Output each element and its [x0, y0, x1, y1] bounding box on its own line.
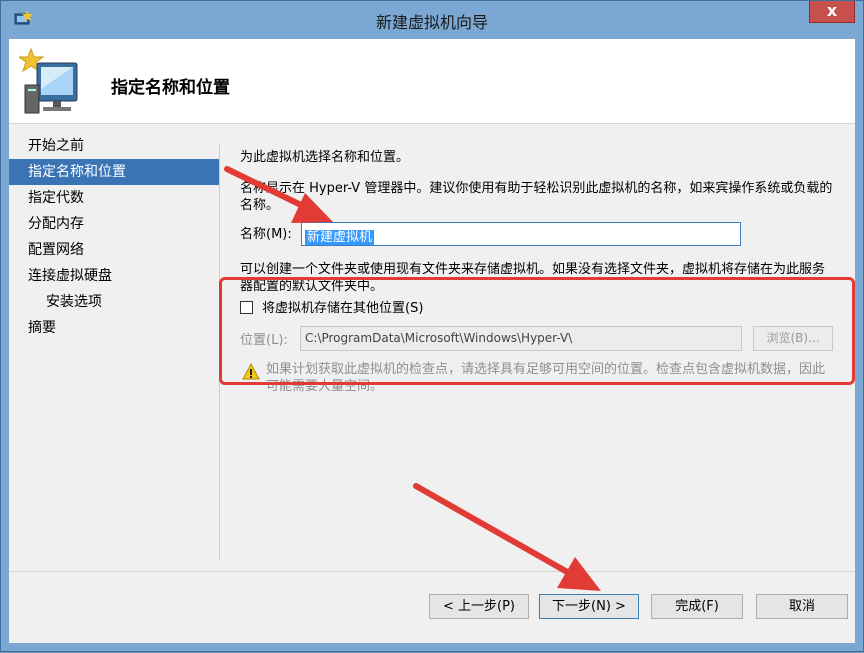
- step-assign-memory[interactable]: 分配内存: [9, 211, 219, 237]
- name-input[interactable]: 新建虚拟机: [301, 222, 741, 246]
- name-input-value: 新建虚拟机: [305, 230, 375, 245]
- step-connect-virtual-disk[interactable]: 连接虚拟硬盘: [9, 263, 219, 289]
- cancel-button[interactable]: 取消: [756, 594, 848, 619]
- location-label: 位置(L):: [240, 333, 288, 348]
- page-title: 指定名称和位置: [111, 78, 230, 98]
- step-specify-generation[interactable]: 指定代数: [9, 185, 219, 211]
- previous-button[interactable]: < 上一步(P): [429, 594, 529, 619]
- intro-text: 为此虚拟机选择名称和位置。: [240, 150, 410, 165]
- step-configure-network[interactable]: 配置网络: [9, 237, 219, 263]
- name-label: 名称(M):: [240, 227, 292, 242]
- step-specify-name-location[interactable]: 指定名称和位置: [9, 159, 219, 185]
- store-elsewhere-checkbox[interactable]: [240, 301, 253, 314]
- wizard-step-list: 开始之前 指定名称和位置 指定代数 分配内存 配置网络 连接虚拟硬盘 安装选项 …: [9, 133, 219, 341]
- title-bar[interactable]: 新建虚拟机向导 x: [1, 1, 863, 39]
- step-summary[interactable]: 摘要: [9, 315, 219, 341]
- name-description: 名称显示在 Hyper-V 管理器中。建议你使用有助于轻松识别此虚拟机的名称，如…: [240, 181, 833, 213]
- close-button[interactable]: x: [809, 1, 855, 23]
- step-installation-options[interactable]: 安装选项: [9, 289, 219, 315]
- step-before-you-begin[interactable]: 开始之前: [9, 133, 219, 159]
- folder-description: 可以创建一个文件夹或使用现有文件夹来存储虚拟机。如果没有选择文件夹，虚拟机将存储…: [240, 262, 826, 294]
- wizard-header: 指定名称和位置: [9, 39, 855, 124]
- footer-divider: [9, 571, 855, 572]
- next-button[interactable]: 下一步(N) >: [539, 594, 639, 619]
- finish-button[interactable]: 完成(F): [651, 594, 743, 619]
- window-title: 新建虚拟机向导: [375, 13, 488, 32]
- warning-icon: [242, 363, 260, 380]
- checkpoint-warning-text: 如果计划获取此虚拟机的检查点，请选择具有足够可用空间的位置。检查点包含虚拟机数据…: [266, 362, 826, 394]
- new-vm-wizard-window: 新建虚拟机向导 x 指定名称和位置 开始之前 指定名称和位置 指定代数 分配内存…: [0, 0, 864, 652]
- new-vm-wizard-icon: [19, 47, 78, 114]
- location-input[interactable]: C:\ProgramData\Microsoft\Windows\Hyper-V…: [300, 326, 742, 351]
- wizard-client-area: 指定名称和位置 开始之前 指定名称和位置 指定代数 分配内存 配置网络 连接虚拟…: [9, 39, 855, 643]
- nav-divider: [219, 143, 220, 561]
- store-elsewhere-label[interactable]: 将虚拟机存储在其他位置(S): [262, 300, 423, 317]
- browse-button[interactable]: 浏览(B)...: [753, 326, 833, 351]
